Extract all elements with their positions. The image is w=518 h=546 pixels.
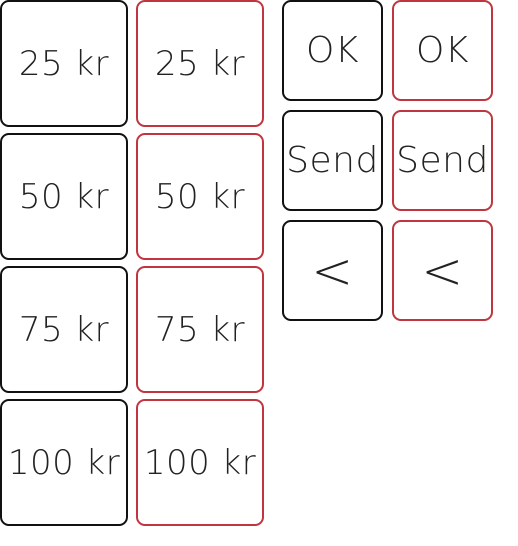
- send-button[interactable]: Send: [282, 110, 383, 211]
- amount-100-button[interactable]: 100 kr: [0, 399, 128, 526]
- amount-75-button-selected[interactable]: 75 kr: [136, 266, 264, 393]
- amount-50-button[interactable]: 50 kr: [0, 133, 128, 260]
- amount-25-button[interactable]: 25 kr: [0, 0, 128, 127]
- ok-button[interactable]: OK: [282, 0, 383, 101]
- send-button-selected[interactable]: Send: [392, 110, 493, 211]
- amount-25-button-selected[interactable]: 25 kr: [136, 0, 264, 127]
- amount-50-button-selected[interactable]: 50 kr: [136, 133, 264, 260]
- ok-button-selected[interactable]: OK: [392, 0, 493, 101]
- back-button[interactable]: <: [282, 220, 383, 321]
- back-button-selected[interactable]: <: [392, 220, 493, 321]
- amount-100-button-selected[interactable]: 100 kr: [136, 399, 264, 526]
- amount-75-button[interactable]: 75 kr: [0, 266, 128, 393]
